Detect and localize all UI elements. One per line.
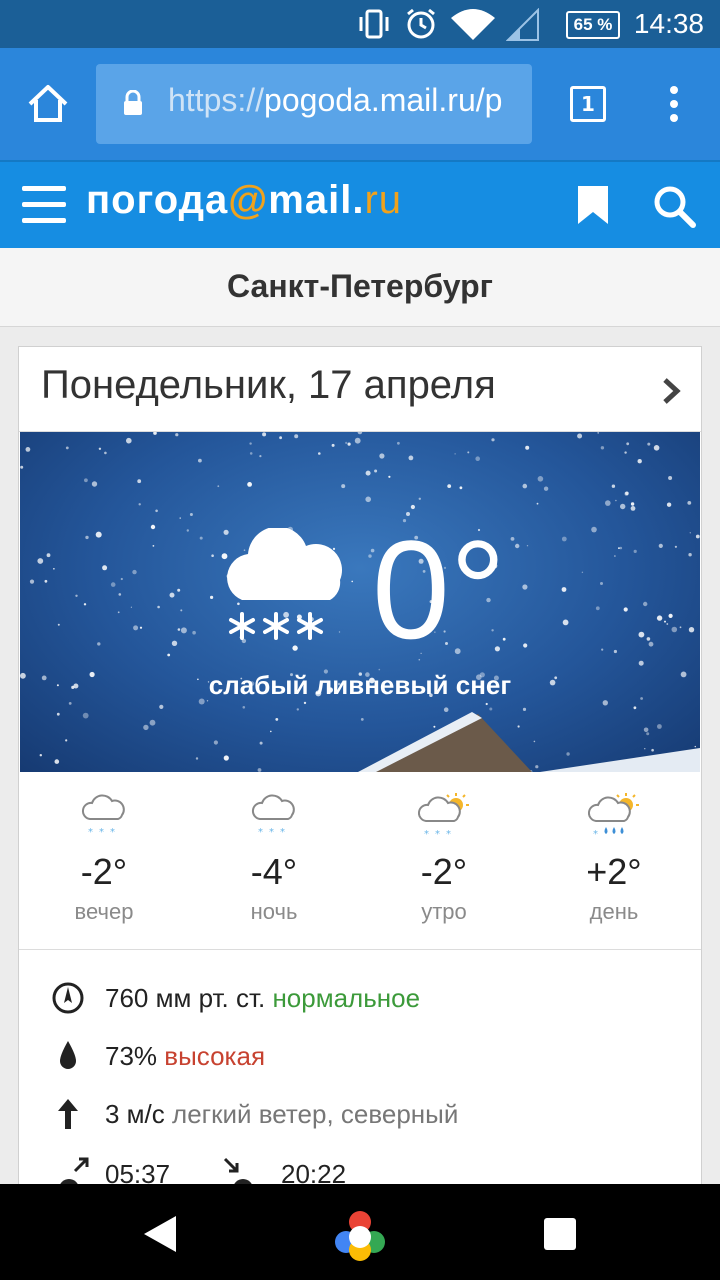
sun-cloud-snow-icon: * * * <box>417 793 469 840</box>
cloud-snow-icon: * * * <box>81 794 125 838</box>
sun-cloud-rain-snow-icon: * <box>587 793 639 840</box>
logo-text: погода <box>86 178 229 222</box>
overflow-menu-icon[interactable] <box>664 84 684 124</box>
site-header: погода@mail.ru <box>0 160 720 248</box>
url-bar[interactable]: https://pogoda.mail.ru/p <box>96 64 532 144</box>
humidity-value: 73% <box>105 1041 158 1071</box>
wind-value: 3 м/с <box>105 1099 165 1129</box>
hamburger-menu-icon[interactable] <box>22 184 66 224</box>
day-periods: * * * -2° вечер * * * -4° ночь * * * -2°… <box>19 773 701 950</box>
date-header[interactable]: Понедельник, 17 апреля <box>19 347 701 432</box>
svg-text:*: * <box>435 829 440 840</box>
current-weather-hero: 0° слабый ливневый снег <box>20 432 700 772</box>
humidity-status: высокая <box>164 1041 266 1071</box>
signal-icon <box>506 8 539 41</box>
period-temp: -4° <box>250 851 298 892</box>
url-host: pogoda.mail.ru/p <box>264 82 503 118</box>
city-title: Санкт-Петербург <box>0 248 720 327</box>
period-temp: -2° <box>80 851 128 892</box>
url-text: https://pogoda.mail.ru/p <box>168 82 502 119</box>
pressure-status: нормальное <box>272 983 421 1013</box>
roof-image <box>358 712 700 772</box>
weather-condition: слабый ливневый снег <box>208 670 512 700</box>
humidity-drop-icon <box>60 1041 76 1069</box>
forecast-card: Понедельник, 17 апреля 0° слабый ливневы… <box>18 346 702 1208</box>
current-temperature: 0° <box>372 511 506 668</box>
logo-ru: ru <box>364 178 403 222</box>
back-icon[interactable] <box>140 1214 180 1254</box>
pressure-gauge-icon <box>52 982 84 1014</box>
svg-text:*: * <box>258 827 263 838</box>
status-bar: 65 % 14:38 <box>0 0 720 48</box>
period-temp: -2° <box>420 851 468 892</box>
period-label: утро <box>421 899 467 924</box>
alarm-icon <box>407 8 435 39</box>
svg-text:*: * <box>110 827 115 838</box>
lock-icon <box>124 90 142 115</box>
cloud-snow-icon: * * * <box>251 794 295 838</box>
forecast-date: Понедельник, 17 апреля <box>41 363 496 407</box>
svg-text:*: * <box>88 827 93 838</box>
search-icon[interactable] <box>652 184 696 228</box>
wind-description: легкий ветер, северный <box>172 1099 459 1129</box>
svg-text:*: * <box>269 827 274 838</box>
browser-toolbar: https://pogoda.mail.ru/p 1 <box>0 48 720 160</box>
site-logo[interactable]: погода@mail.ru <box>86 178 402 223</box>
logo-at: @ <box>228 178 269 222</box>
period-day[interactable]: * +2° день <box>529 793 699 925</box>
period-night[interactable]: * * * -4° ночь <box>189 793 359 925</box>
period-evening[interactable]: * * * -2° вечер <box>19 793 189 925</box>
period-label: вечер <box>74 899 134 924</box>
svg-text:*: * <box>593 829 598 840</box>
chevron-right-icon[interactable] <box>661 377 681 405</box>
bookmark-icon[interactable] <box>576 184 610 226</box>
system-navigation-bar <box>0 1184 720 1280</box>
vibrate-icon <box>359 9 389 39</box>
battery-indicator: 65 % <box>566 11 620 39</box>
svg-text:*: * <box>99 827 104 838</box>
home-icon[interactable] <box>26 82 70 126</box>
wifi-icon <box>451 9 495 40</box>
svg-text:*: * <box>424 829 429 840</box>
cloud-snow-icon <box>227 528 342 640</box>
svg-text:*: * <box>280 827 285 838</box>
home-button-icon[interactable] <box>332 1208 388 1264</box>
url-scheme: https:// <box>168 82 265 118</box>
period-morning[interactable]: * * * -2° утро <box>359 793 529 925</box>
wind-arrow-up-icon <box>58 1099 78 1129</box>
svg-text:*: * <box>446 829 451 840</box>
recents-icon[interactable] <box>542 1216 578 1252</box>
tab-switcher-button[interactable]: 1 <box>570 86 606 122</box>
period-label: день <box>589 899 639 924</box>
period-label: ночь <box>250 899 298 924</box>
clock: 14:38 <box>633 8 704 39</box>
logo-mail: mail. <box>268 178 365 222</box>
pressure-value: 760 мм рт. ст. <box>105 983 266 1013</box>
period-temp: +2° <box>586 851 642 892</box>
